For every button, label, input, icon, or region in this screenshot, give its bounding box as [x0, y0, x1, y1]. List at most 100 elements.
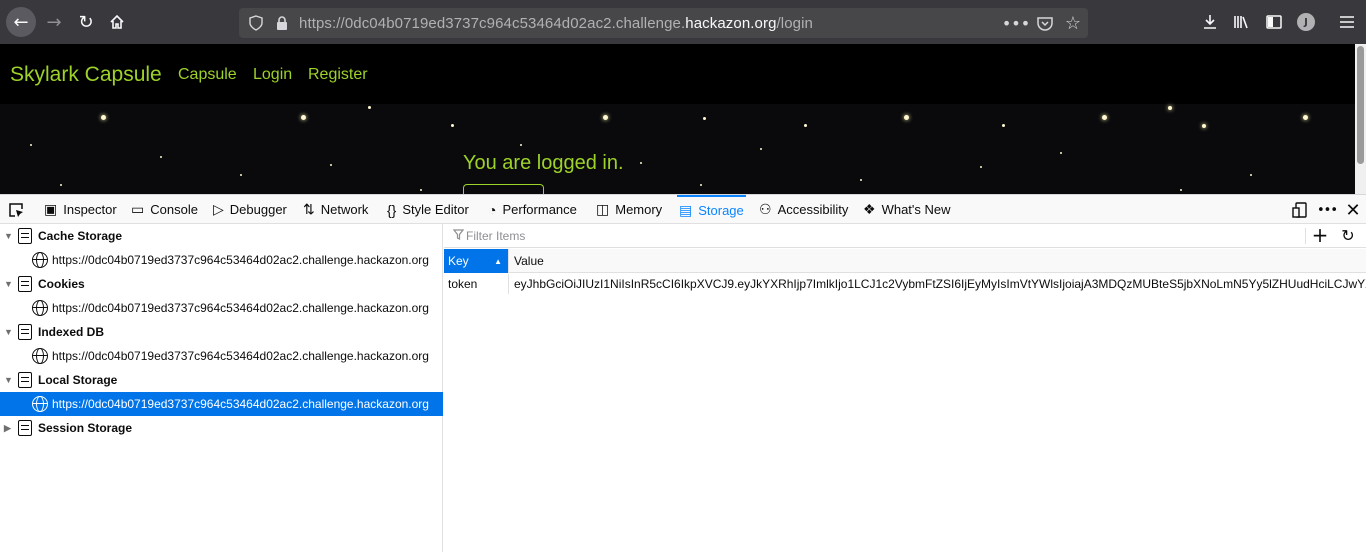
site-button[interactable]: [463, 184, 544, 194]
element-picker-icon[interactable]: [5, 200, 27, 220]
tree-category-cache-storage[interactable]: ▼ Cache Storage: [0, 224, 443, 248]
more-options-icon[interactable]: •••: [1317, 200, 1338, 220]
toolbar-separator: [1305, 228, 1306, 244]
url-bar[interactable]: https://0dc04b0719ed3737c964c53464d02ac2…: [239, 8, 1088, 38]
tree-category-local-storage[interactable]: ▼ Local Storage: [0, 368, 443, 392]
star: [330, 164, 332, 166]
globe-icon: [32, 348, 48, 364]
arrow-left-icon: ←: [13, 11, 29, 33]
tree-origin-item[interactable]: https://0dc04b0719ed3737c964c53464d02ac2…: [0, 392, 443, 416]
column-header-key-label: Key: [448, 254, 469, 268]
tab-label: What's New: [881, 202, 951, 217]
web-content: Skylark Capsule Capsule Login Register Y…: [0, 44, 1366, 194]
tab-label: Console: [150, 202, 198, 217]
tab-storage[interactable]: ▤ Storage: [677, 195, 746, 224]
star: [60, 184, 62, 186]
page-scrollbar-thumb[interactable]: [1357, 46, 1364, 164]
back-button[interactable]: ←: [6, 7, 36, 37]
column-header-key[interactable]: Key ▲: [444, 249, 508, 273]
chevron-down-icon[interactable]: ▼: [4, 231, 14, 241]
site-brand[interactable]: Skylark Capsule: [10, 63, 162, 87]
tab-network[interactable]: ⇅ Network: [301, 195, 370, 224]
star: [1168, 106, 1172, 110]
add-item-icon[interactable]: +: [1310, 225, 1330, 247]
tab-memory[interactable]: ◫ Memory: [594, 195, 664, 224]
star: [1303, 115, 1308, 120]
tree-origin-label: https://0dc04b0719ed3737c964c53464d02ac2…: [52, 253, 429, 267]
tree-origin-label: https://0dc04b0719ed3737c964c53464d02ac2…: [52, 349, 429, 363]
sort-ascending-icon: ▲: [494, 256, 502, 266]
shield-icon[interactable]: [247, 8, 265, 38]
tab-label: Debugger: [229, 202, 287, 217]
network-icon: ⇅: [303, 201, 315, 217]
star: [520, 144, 522, 146]
star: [603, 115, 608, 120]
tree-origin-item[interactable]: https://0dc04b0719ed3737c964c53464d02ac2…: [0, 248, 443, 272]
sidebar-icon[interactable]: [1262, 10, 1286, 34]
reload-button[interactable]: ↻: [72, 8, 100, 36]
hamburger-menu-icon[interactable]: [1335, 10, 1359, 34]
dock-options-icon[interactable]: [1290, 200, 1310, 220]
star: [640, 162, 642, 164]
tab-what-s-new[interactable]: ❖ What's New: [861, 195, 953, 224]
forward-button[interactable]: →: [40, 8, 68, 36]
refresh-icon[interactable]: ↻: [1338, 226, 1358, 246]
tree-category-session-storage[interactable]: ▶ Session Storage: [0, 416, 443, 440]
bookmark-star-icon[interactable]: ☆: [1063, 8, 1083, 38]
tab-accessibility[interactable]: ⚇ Accessibility: [757, 195, 850, 224]
tree-category-indexed-db[interactable]: ▼ Indexed DB: [0, 320, 443, 344]
chevron-right-icon[interactable]: ▶: [4, 423, 14, 434]
globe-icon: [32, 300, 48, 316]
tab-debugger[interactable]: ▷ Debugger: [211, 195, 289, 224]
storage-type-icon: [18, 324, 32, 340]
home-icon: [110, 14, 124, 29]
accessibility-icon: ⚇: [759, 201, 772, 217]
star: [1060, 152, 1062, 154]
library-icon[interactable]: [1230, 10, 1254, 34]
tab-label: Memory: [615, 202, 663, 217]
console-icon: ▭: [131, 201, 145, 217]
account-avatar[interactable]: J: [1297, 13, 1315, 31]
filter-items-input[interactable]: Filter Items: [466, 229, 525, 243]
tab-console[interactable]: ▭ Console: [129, 195, 200, 224]
column-header-value[interactable]: Value: [508, 249, 1366, 273]
nav-link-register[interactable]: Register: [308, 66, 368, 84]
chevron-down-icon[interactable]: ▼: [4, 279, 14, 289]
star: [703, 117, 706, 120]
chevron-down-icon[interactable]: ▼: [4, 375, 14, 385]
table-cell-value[interactable]: eyJhbGciOiJIUzI1NiIsInR5cCI6IkpXVCJ9.eyJ…: [508, 274, 1366, 294]
nav-link-login[interactable]: Login: [253, 66, 292, 84]
storage-icon: ▤: [679, 202, 693, 218]
tab-inspector[interactable]: ▣ Inspector: [42, 195, 119, 224]
storage-type-icon: [18, 276, 32, 292]
tab-style-editor[interactable]: {} Style Editor: [385, 195, 471, 224]
star: [980, 166, 982, 168]
inspector-icon: ▣: [44, 201, 58, 217]
logged-in-message: You are logged in.: [463, 152, 624, 174]
tree-category-label: Cache Storage: [38, 229, 123, 243]
star: [301, 115, 306, 120]
page-scrollbar[interactable]: [1355, 44, 1366, 194]
storage-type-icon: [18, 228, 32, 244]
pocket-icon[interactable]: [1035, 8, 1055, 38]
tree-category-cookies[interactable]: ▼ Cookies: [0, 272, 443, 296]
tree-origin-item[interactable]: https://0dc04b0719ed3737c964c53464d02ac2…: [0, 296, 443, 320]
nav-link-capsule[interactable]: Capsule: [178, 66, 237, 84]
tab-performance[interactable]: ◔ Performance: [486, 195, 579, 224]
tab-label: Storage: [698, 203, 744, 218]
tree-origin-item[interactable]: https://0dc04b0719ed3737c964c53464d02ac2…: [0, 344, 443, 368]
storage-type-icon: [18, 420, 32, 436]
tree-category-label: Local Storage: [38, 373, 118, 387]
close-devtools-icon[interactable]: ✕: [1343, 200, 1363, 221]
style-editor-icon: {}: [387, 201, 397, 218]
home-button[interactable]: [103, 8, 131, 36]
table-cell-key[interactable]: token: [444, 274, 508, 294]
star: [860, 179, 862, 181]
downloads-icon[interactable]: [1198, 10, 1222, 34]
url-text[interactable]: https://0dc04b0719ed3737c964c53464d02ac2…: [299, 15, 813, 32]
chevron-down-icon[interactable]: ▼: [4, 327, 14, 337]
star: [451, 124, 454, 127]
lock-icon[interactable]: [273, 8, 291, 38]
tree-origin-label: https://0dc04b0719ed3737c964c53464d02ac2…: [52, 397, 429, 411]
page-actions-icon[interactable]: •••: [1002, 8, 1030, 38]
